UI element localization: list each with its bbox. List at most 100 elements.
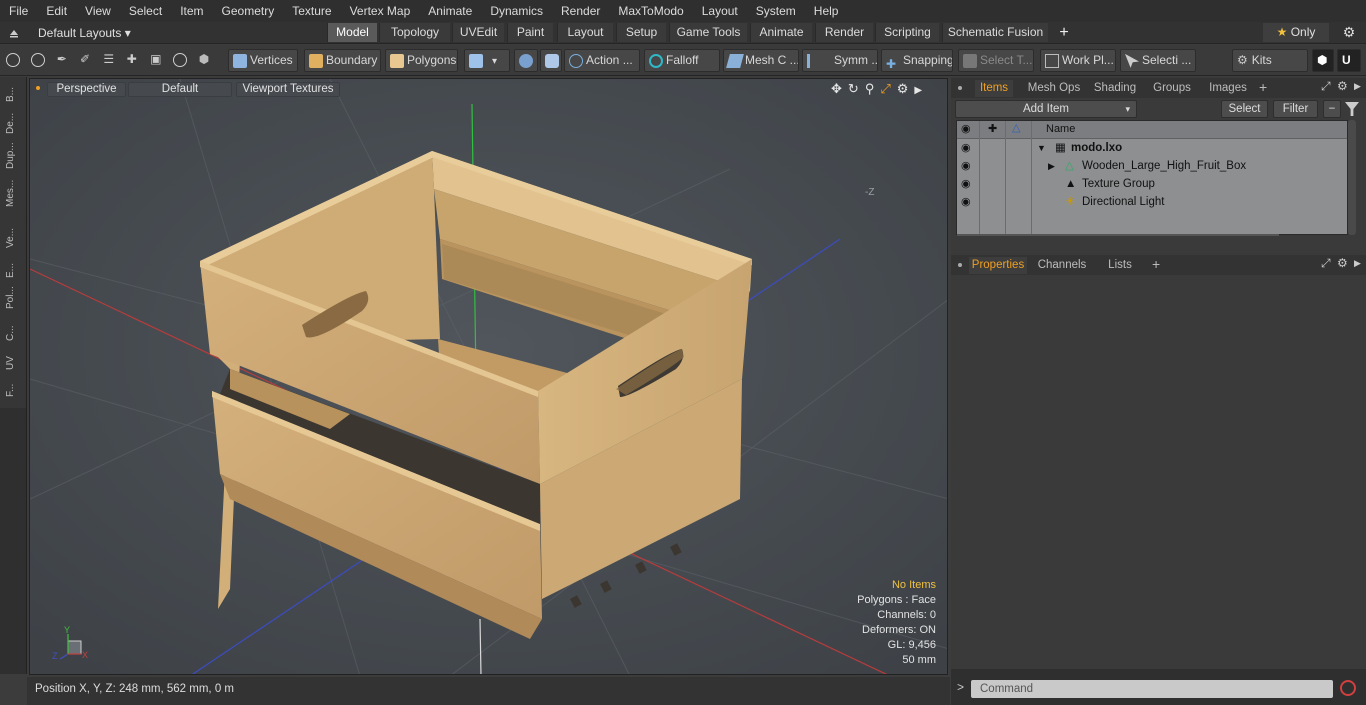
select-button[interactable]: Select <box>1221 100 1268 118</box>
horizontal-scrollbar[interactable] <box>957 234 1279 236</box>
left-tab-0[interactable]: B... <box>5 81 21 107</box>
layout-tab-model[interactable]: Model <box>327 23 377 42</box>
prop-tab-properties[interactable]: Properties <box>969 257 1027 274</box>
prop-tab-channels[interactable]: Channels <box>1033 257 1091 274</box>
funnel-icon[interactable] <box>1345 102 1359 116</box>
layout-tab-setup[interactable]: Setup <box>616 23 666 42</box>
panel-tab-shading[interactable]: Shading <box>1091 80 1139 97</box>
menu-item-animate[interactable]: Animate <box>419 0 481 22</box>
left-tab-1[interactable]: De... <box>5 110 21 136</box>
pen-icon[interactable]: ✒ <box>57 52 71 66</box>
menu-item-system[interactable]: System <box>747 0 805 22</box>
panel-maximize-icon[interactable]: ⤢ <box>1321 79 1331 94</box>
viewport-gear-icon[interactable]: ⚙ <box>897 81 915 96</box>
menu-item-item[interactable]: Item <box>171 0 212 22</box>
pan-icon[interactable]: ✥ <box>831 81 848 96</box>
menu-item-render[interactable]: Render <box>552 0 609 22</box>
hex-button[interactable] <box>540 49 562 72</box>
menu-item-dynamics[interactable]: Dynamics <box>481 0 552 22</box>
panel-gear-icon[interactable]: ⚙ <box>1337 79 1348 93</box>
layout-tab-scripting[interactable]: Scripting <box>875 23 939 42</box>
panel-tab-groups[interactable]: Groups <box>1147 80 1197 97</box>
panel-tab-mesh-ops[interactable]: Mesh Ops <box>1021 80 1087 97</box>
layout-selector[interactable]: Default Layouts ▾ <box>38 25 131 41</box>
perspective-button[interactable]: Perspective <box>47 82 126 97</box>
eye-icon[interactable]: ◉ <box>961 157 973 172</box>
layout-tab-topology[interactable]: Topology <box>379 23 450 42</box>
align-icon[interactable]: ☰ <box>103 52 117 66</box>
left-tab-5[interactable]: E... <box>5 257 21 283</box>
menu-item-select[interactable]: Select <box>120 0 171 22</box>
polygons-button[interactable]: Polygons <box>385 49 458 72</box>
panel-tab-images[interactable]: Images <box>1201 80 1255 97</box>
eye-icon[interactable]: ◉ <box>961 139 973 154</box>
layout-up-icon[interactable] <box>8 26 20 38</box>
locator-header-icon[interactable]: △ <box>1012 121 1020 134</box>
layout-tab-animate[interactable]: Animate <box>750 23 812 42</box>
menu-item-maxtomodo[interactable]: MaxToModo <box>609 0 692 22</box>
menu-item-texture[interactable]: Texture <box>283 0 340 22</box>
menu-item-help[interactable]: Help <box>805 0 848 22</box>
left-tab-6[interactable]: Pol... <box>5 285 21 311</box>
selection-sets-button[interactable]: Selecti ... <box>1120 49 1196 72</box>
zoom-icon[interactable]: ⚲ <box>865 81 881 96</box>
command-input[interactable]: Command <box>971 680 1333 698</box>
viewport-textures-button[interactable]: Viewport Textures <box>236 82 340 97</box>
menu-item-layout[interactable]: Layout <box>693 0 747 22</box>
add-prop-tab-button[interactable]: + <box>1152 256 1160 272</box>
add-panel-tab-button[interactable]: + <box>1259 79 1267 95</box>
viewport-scene[interactable]: -Z Y X Z <box>30 79 948 675</box>
rotate-icon[interactable]: ↻ <box>848 81 865 96</box>
layout-tab-render[interactable]: Render <box>815 23 873 42</box>
record-icon[interactable] <box>1340 680 1356 696</box>
vertical-scrollbar[interactable] <box>1348 120 1356 235</box>
panel-arrow-icon[interactable]: ▶ <box>1354 81 1361 92</box>
work-plane-button[interactable]: Work Pl... <box>1040 49 1116 72</box>
layout-tab-paint[interactable]: Paint <box>507 23 553 42</box>
menu-item-vertex-map[interactable]: Vertex Map <box>341 0 420 22</box>
square-circle-icon[interactable]: ▣ <box>150 52 164 66</box>
menu-item-geometry[interactable]: Geometry <box>213 0 284 22</box>
globe-icon[interactable] <box>31 52 46 67</box>
move-icon[interactable]: ✚ <box>127 52 141 66</box>
action-button[interactable]: Action ... <box>564 49 640 72</box>
left-tab-2[interactable]: Dup... <box>5 142 21 169</box>
clock-icon[interactable] <box>173 52 188 67</box>
add-item-button[interactable]: Add Item ▾ <box>955 100 1137 118</box>
prop-gear-icon[interactable]: ⚙ <box>1337 256 1348 270</box>
expand-down-icon[interactable]: ▼ <box>1037 139 1046 157</box>
mesh-constraint-button[interactable]: Mesh C ... <box>723 49 799 72</box>
add-tab-button[interactable]: + <box>1057 23 1071 42</box>
circle-select-icon[interactable] <box>6 52 20 67</box>
tree-row-texture-group[interactable]: ◉ ▲ Texture Group <box>957 175 1347 193</box>
prop-arrow-icon[interactable]: ▶ <box>1354 258 1361 269</box>
only-button[interactable]: ★ Only <box>1263 23 1329 42</box>
menu-item-view[interactable]: View <box>76 0 120 22</box>
maximize-icon[interactable]: ⤢ <box>880 81 896 96</box>
tree-row-scene[interactable]: ◉ ▼ ▦ modo.lxo <box>957 139 1347 157</box>
lock-header-icon[interactable]: ✚ <box>988 122 997 135</box>
3d-viewport[interactable]: -Z Y X Z Perspective Default Viewport Te… <box>29 78 948 675</box>
falloff-button[interactable]: Falloff <box>644 49 720 72</box>
menu-item-file[interactable]: File <box>0 0 37 22</box>
viewport-menu-arrow-icon[interactable]: ▶ <box>914 85 928 96</box>
left-tab-3[interactable]: Mes... <box>5 180 21 207</box>
collapse-button[interactable]: − <box>1323 100 1341 118</box>
tree-row-light[interactable]: ◉ ☀ Directional Light <box>957 193 1347 211</box>
left-tab-7[interactable]: C... <box>5 320 21 346</box>
filter-button[interactable]: Filter <box>1273 100 1318 118</box>
layout-tab-layout[interactable]: Layout <box>557 23 613 42</box>
eye-icon[interactable]: ◉ <box>961 175 973 190</box>
prop-tab-lists[interactable]: Lists <box>1097 257 1143 274</box>
unity-button[interactable]: ⬢ <box>1312 49 1334 72</box>
gear-icon[interactable]: ⚙ <box>1341 24 1357 40</box>
panel-tab-items[interactable]: Items <box>975 80 1013 97</box>
cube-icon[interactable]: ⬢ <box>199 52 215 66</box>
soft-select-button[interactable] <box>514 49 538 72</box>
symmetry-button[interactable]: Symm ... <box>802 49 878 72</box>
kits-button[interactable]: ⚙ Kits <box>1232 49 1308 72</box>
select-through-button[interactable]: Select T... <box>958 49 1034 72</box>
material-button[interactable]: ▾ <box>464 49 510 72</box>
vertices-button[interactable]: Vertices <box>228 49 298 72</box>
layout-tab-game-tools[interactable]: Game Tools <box>669 23 747 42</box>
